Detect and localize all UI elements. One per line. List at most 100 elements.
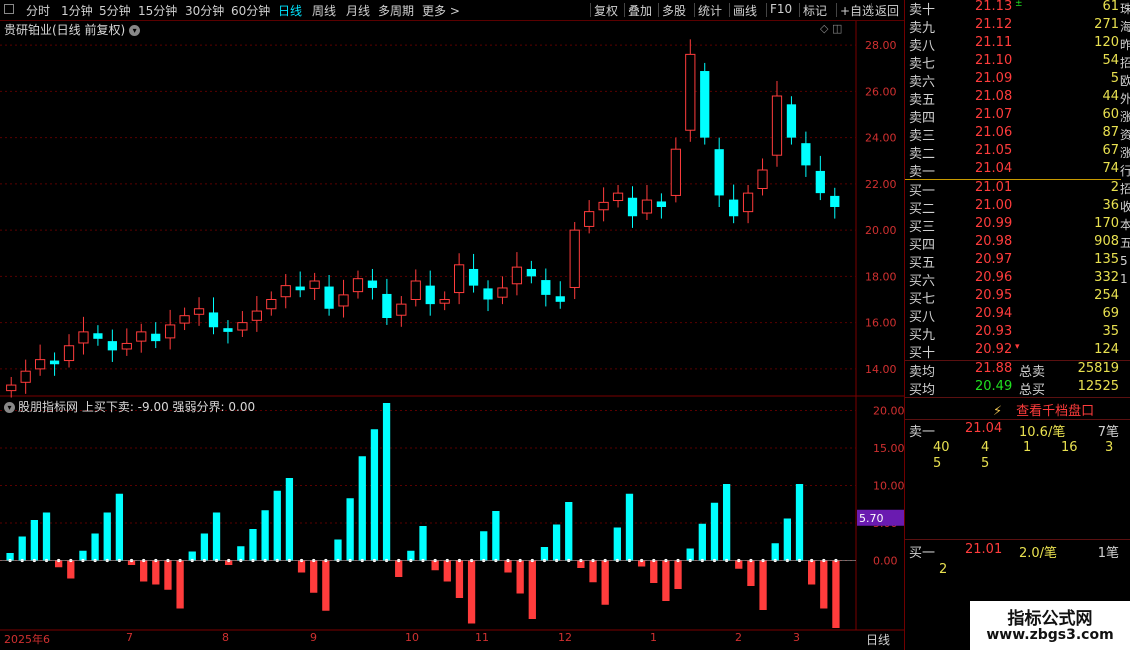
news-glyph[interactable]: 招 bbox=[1120, 180, 1130, 198]
toolbar-button[interactable]: 返回 bbox=[875, 2, 899, 19]
order-book-row[interactable]: 卖四 21.07 60 bbox=[909, 107, 1123, 126]
period-label[interactable]: 日线 bbox=[866, 631, 890, 648]
candle-body bbox=[627, 197, 638, 217]
toolbar-button[interactable]: 多股 bbox=[662, 2, 686, 19]
level-label: 卖三 bbox=[909, 129, 936, 144]
toolbar-button[interactable]: F10 bbox=[770, 2, 792, 16]
order-book-row[interactable]: 卖十 21.13 61 ± bbox=[909, 0, 1123, 18]
order-book-row[interactable]: 买二 21.00 36 bbox=[909, 198, 1123, 217]
candle-body bbox=[830, 195, 840, 207]
order-book-row[interactable]: 卖七 21.10 54 bbox=[909, 53, 1123, 72]
period-tab[interactable]: 60分钟 bbox=[231, 2, 270, 19]
level-label: 卖十 bbox=[909, 3, 936, 18]
order-book-row[interactable]: 买九 20.93 35 bbox=[909, 324, 1123, 343]
queue-volume: 2 bbox=[939, 562, 948, 577]
level-volume: 60 bbox=[1102, 107, 1119, 122]
level-price: 21.09 bbox=[975, 71, 1013, 86]
news-glyph[interactable]: 涨 bbox=[1120, 108, 1130, 126]
order-book-row[interactable]: 卖五 21.08 44 bbox=[909, 89, 1123, 108]
total-value: 12525 bbox=[1077, 379, 1119, 394]
order-book-row[interactable]: 买四 20.98 908 bbox=[909, 234, 1123, 253]
level-volume: 69 bbox=[1102, 306, 1119, 321]
indicator-bar bbox=[382, 403, 391, 561]
order-book-row[interactable]: 买六 20.96 332 bbox=[909, 270, 1123, 289]
queue-volume: 5 bbox=[933, 456, 942, 471]
indicator-title[interactable]: ▾ 股朋指标网 上买下卖: -9.00 强弱分界: 0.00 bbox=[4, 398, 255, 415]
order-book-row[interactable]: 卖二 21.05 67 bbox=[909, 143, 1123, 162]
order-book-row[interactable]: 买三 20.99 170 bbox=[909, 216, 1123, 235]
news-glyph[interactable]: 1 bbox=[1120, 270, 1130, 288]
order-book-row[interactable]: 卖六 21.09 5 bbox=[909, 71, 1123, 90]
candle-body bbox=[309, 280, 320, 289]
period-tab[interactable]: 多周期 bbox=[378, 2, 414, 19]
news-glyph[interactable]: 招 bbox=[1120, 54, 1130, 72]
news-glyph[interactable]: 海 bbox=[1120, 18, 1130, 36]
order-book-row[interactable]: 买五 20.97 135 bbox=[909, 252, 1123, 271]
qiandang-link[interactable]: ⚡ 查看千档盘口 bbox=[993, 400, 1094, 419]
main-chart-title[interactable]: 贵研铂业(日线 前复权) ▾ bbox=[4, 21, 141, 38]
order-book-row[interactable]: 买八 20.94 69 bbox=[909, 306, 1123, 325]
date-tick-label: 2 bbox=[735, 631, 742, 644]
right-news-strip[interactable]: 珠海昨招欧外涨资涨行招收本五51 bbox=[1120, 0, 1130, 650]
period-tab[interactable]: 日线 bbox=[278, 2, 302, 19]
stock-title-text: 贵研铂业(日线 前复权) bbox=[4, 23, 126, 37]
indicator-dropdown-icon[interactable]: ▾ bbox=[4, 402, 15, 413]
candle-body bbox=[569, 229, 580, 288]
toolbar-button[interactable]: 复权 bbox=[594, 2, 618, 19]
indicator-bar bbox=[771, 543, 779, 561]
toolbar-button[interactable]: +自选 bbox=[840, 2, 874, 19]
order-book-row[interactable]: 卖九 21.12 271 bbox=[909, 17, 1123, 36]
order-book-row[interactable]: 买十 20.92 124 ▾ bbox=[909, 342, 1123, 361]
candle-body bbox=[584, 211, 595, 227]
news-glyph[interactable]: 涨 bbox=[1120, 144, 1130, 162]
news-glyph[interactable]: 行 bbox=[1120, 162, 1130, 180]
chart-area[interactable]: 28.0026.0024.0022.0020.0018.0016.0014.00… bbox=[0, 0, 904, 650]
news-glyph[interactable]: 五 bbox=[1120, 234, 1130, 252]
order-book-row[interactable]: 买一 21.01 2 bbox=[909, 180, 1123, 199]
queue-volume: 1 bbox=[1023, 440, 1032, 455]
indicator-bar bbox=[212, 512, 221, 561]
level-volume: 2 bbox=[1110, 180, 1119, 195]
news-glyph[interactable]: 珠 bbox=[1120, 0, 1130, 18]
candle-body bbox=[641, 199, 653, 214]
news-glyph[interactable]: 5 bbox=[1120, 252, 1130, 270]
period-tab[interactable]: 1分钟 bbox=[61, 2, 93, 19]
queue-volume: 40 bbox=[933, 440, 950, 455]
news-glyph[interactable]: 本 bbox=[1120, 216, 1130, 234]
level-volume: 87 bbox=[1102, 125, 1119, 140]
toolbar-button[interactable]: 叠加 bbox=[628, 2, 652, 19]
order-book-row[interactable]: 卖三 21.06 87 bbox=[909, 125, 1123, 144]
avg-label: 买均 bbox=[909, 383, 936, 398]
news-glyph[interactable]: 欧 bbox=[1120, 72, 1130, 90]
indicator-tick-label: 0.00 bbox=[873, 555, 898, 568]
toolbar-button[interactable]: 画线 bbox=[733, 2, 757, 19]
news-glyph[interactable]: 资 bbox=[1120, 126, 1130, 144]
news-glyph[interactable]: 昨 bbox=[1120, 36, 1130, 54]
chart-corner-icons[interactable]: ◇ ◫ bbox=[820, 22, 842, 35]
window-square-icon[interactable] bbox=[4, 4, 14, 14]
lightning-icon: ⚡ bbox=[993, 404, 1003, 419]
period-tab[interactable]: 30分钟 bbox=[185, 2, 224, 19]
toolbar-button[interactable]: 标记 bbox=[803, 2, 827, 19]
period-tab[interactable]: 分时 bbox=[26, 2, 50, 19]
window-toggle-icon[interactable]: ◫ bbox=[832, 22, 842, 35]
title-dropdown-icon[interactable]: ▾ bbox=[129, 25, 141, 36]
period-tab[interactable]: 15分钟 bbox=[138, 2, 177, 19]
diamond-icon[interactable]: ◇ bbox=[820, 22, 828, 35]
order-book-row[interactable]: 卖八 21.11 120 bbox=[909, 35, 1123, 54]
level-label: 买八 bbox=[909, 310, 936, 325]
divider bbox=[905, 419, 1130, 420]
toolbar-separator bbox=[766, 3, 767, 17]
order-book-row[interactable]: 卖一 21.04 74 bbox=[909, 161, 1123, 180]
average-row: 卖均 21.88 总卖 25819 bbox=[909, 361, 1123, 380]
period-tab[interactable]: 5分钟 bbox=[99, 2, 131, 19]
news-glyph[interactable]: 外 bbox=[1120, 90, 1130, 108]
period-tab[interactable]: 月线 bbox=[346, 2, 370, 19]
indicator-bar bbox=[783, 518, 791, 561]
order-book-row[interactable]: 买七 20.95 254 bbox=[909, 288, 1123, 307]
period-tab[interactable]: 周线 bbox=[312, 2, 336, 19]
news-glyph[interactable]: 收 bbox=[1120, 198, 1130, 216]
toolbar-button[interactable]: 统计 bbox=[698, 2, 722, 19]
period-tab[interactable]: 更多 > bbox=[422, 2, 460, 19]
level-price: 21.01 bbox=[975, 180, 1013, 195]
